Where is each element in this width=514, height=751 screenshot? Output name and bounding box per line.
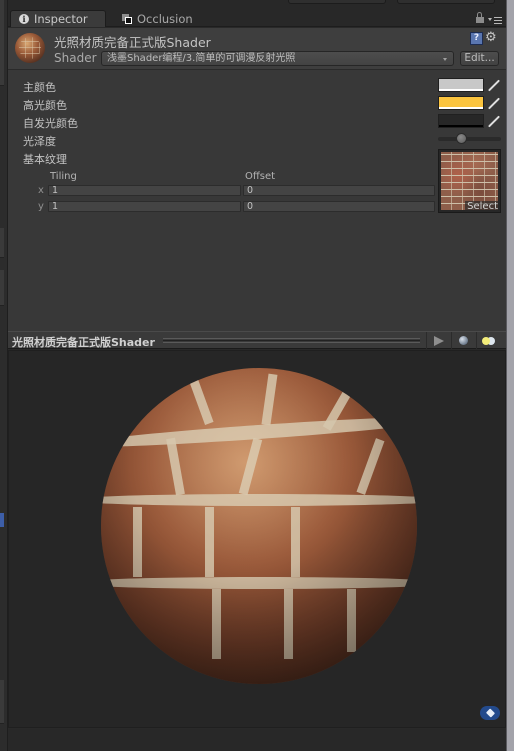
main-color-swatch[interactable] <box>438 78 484 92</box>
top-toolbar-strip <box>8 0 506 10</box>
lock-icon[interactable] <box>476 12 484 23</box>
adjacent-panel-block <box>0 270 4 306</box>
tiling-x-field[interactable]: 1 <box>48 185 241 196</box>
panel-footer <box>8 729 506 751</box>
play-icon <box>433 335 444 346</box>
preview-toolbar: 光照材质完备正式版Shader <box>8 331 506 349</box>
preview-drag-handle[interactable] <box>163 338 420 343</box>
main-color-label: 主颜色 <box>23 81 56 94</box>
material-preview-area[interactable] <box>8 350 506 728</box>
info-icon: i <box>19 14 29 24</box>
material-header: 光照材质完备正式版Shader ? ⚙ Shader 浅墨Shader编程/3.… <box>8 28 506 70</box>
texture-select-button[interactable]: Select <box>465 201 500 212</box>
help-icon[interactable]: ? <box>470 32 483 45</box>
lights-icon <box>481 336 496 345</box>
offset-x-field[interactable]: 0 <box>243 185 435 196</box>
tiling-y-field[interactable]: 1 <box>48 201 241 212</box>
play-button[interactable] <box>426 332 450 349</box>
eyedropper-icon[interactable] <box>487 115 500 128</box>
tab-inspector[interactable]: i Inspector <box>10 10 106 27</box>
shininess-slider-thumb[interactable] <box>456 133 468 144</box>
tab-label: Occlusion <box>137 11 193 26</box>
toolbar-button[interactable] <box>288 0 386 4</box>
preview-mesh-button[interactable] <box>451 332 475 349</box>
eyedropper-icon[interactable] <box>487 79 500 92</box>
offset-header: Offset <box>245 171 276 182</box>
sphere-icon <box>459 336 468 345</box>
eyedropper-icon[interactable] <box>487 97 500 110</box>
adjacent-selected-item[interactable] <box>0 513 4 527</box>
preview-lights-button[interactable] <box>476 332 500 349</box>
shader-label: Shader <box>54 51 97 65</box>
shader-dropdown-value: 浅墨Shader编程/3.简单的可调漫反射光照 <box>107 53 296 64</box>
occlusion-icon <box>122 13 132 24</box>
base-texture-label: 基本纹理 <box>23 153 67 166</box>
chevron-down-icon <box>443 58 447 61</box>
x-axis-label: x <box>38 185 44 196</box>
scrollbar[interactable] <box>506 0 514 751</box>
adjacent-panel-block <box>0 228 4 258</box>
specular-color-label: 高光颜色 <box>23 99 67 112</box>
tab-bar: i Inspector Occlusion <box>8 10 506 27</box>
adjacent-panel-edge <box>0 0 8 751</box>
tab-label: Inspector <box>34 12 88 26</box>
offset-y-field[interactable]: 0 <box>243 201 435 212</box>
preview-sphere[interactable] <box>101 368 417 684</box>
adjacent-panel-block <box>0 0 4 86</box>
emission-color-swatch[interactable] <box>438 114 484 128</box>
preview-title: 光照材质完备正式版Shader <box>12 336 155 349</box>
gear-icon[interactable]: ⚙ <box>485 31 501 45</box>
adjacent-panel-block <box>0 680 4 724</box>
tab-occlusion[interactable]: Occlusion <box>114 10 201 27</box>
shader-dropdown[interactable]: 浅墨Shader编程/3.简单的可调漫反射光照 <box>101 51 454 66</box>
toolbar-button[interactable] <box>397 0 495 4</box>
material-thumbnail <box>15 33 45 63</box>
edit-shader-button[interactable]: Edit... <box>460 51 499 66</box>
y-axis-label: y <box>38 201 44 212</box>
specular-color-swatch[interactable] <box>438 96 484 110</box>
base-texture-slot[interactable]: Select <box>438 149 501 213</box>
shininess-slider-track[interactable] <box>438 137 501 141</box>
emission-color-label: 自发光颜色 <box>23 117 78 130</box>
panel-menu-icon[interactable] <box>488 16 502 24</box>
asset-label-icon[interactable] <box>480 706 500 720</box>
shininess-label: 光泽度 <box>23 135 56 148</box>
material-name: 光照材质完备正式版Shader <box>54 35 211 50</box>
inspector-panel: 光照材质完备正式版Shader ? ⚙ Shader 浅墨Shader编程/3.… <box>8 28 506 331</box>
tiling-header: Tiling <box>50 171 77 182</box>
